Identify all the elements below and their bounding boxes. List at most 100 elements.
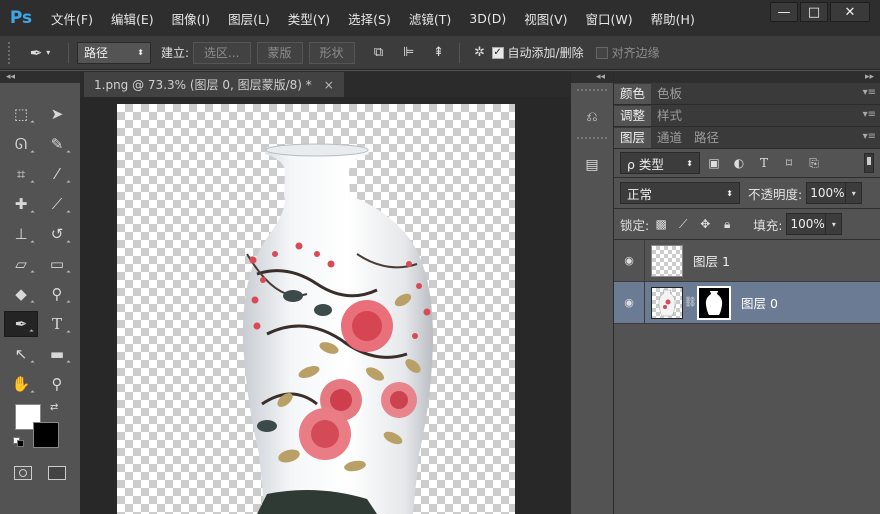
tab-layers[interactable]: 图层 — [614, 128, 652, 148]
strip-grip[interactable] — [577, 137, 607, 143]
smart-object-filter-icon[interactable]: ⎘ — [803, 156, 825, 171]
layer-row[interactable]: ◉ 图层 1 — [614, 239, 880, 282]
window-controls: — □ ✕ — [768, 2, 870, 22]
tab-swatches[interactable]: 色板 — [651, 84, 688, 104]
path-selection-tool-icon[interactable]: ↖ — [4, 341, 38, 367]
default-colors-icon[interactable] — [13, 437, 25, 447]
make-mask-button[interactable]: 蒙版 — [256, 41, 303, 64]
pen-tool-preset-icon[interactable]: ✒ ▾ — [20, 41, 60, 65]
eye-icon[interactable]: ◉ — [614, 296, 644, 309]
menu-help[interactable]: 帮助(H) — [642, 9, 704, 28]
clone-stamp-tool-icon[interactable]: ⊥ — [4, 221, 38, 247]
menu-image[interactable]: 图像(I) — [163, 9, 219, 28]
opacity-dropdown-icon[interactable]: ▾ — [846, 182, 863, 204]
opacity-input[interactable]: 100% — [806, 182, 847, 204]
tab-styles[interactable]: 样式 — [651, 106, 688, 126]
pen-tool-icon[interactable]: ✒ — [4, 311, 38, 337]
tab-channels[interactable]: 通道 — [651, 128, 688, 148]
menu-type[interactable]: 类型(Y) — [279, 9, 339, 28]
lock-position-icon[interactable]: ✥ — [695, 217, 715, 231]
blend-mode-select[interactable]: 正常 ⬍ — [620, 182, 740, 204]
quick-mask-icon[interactable] — [14, 466, 32, 480]
gradient-tool-icon[interactable]: ▭ — [40, 251, 74, 277]
panel-menu-icon[interactable]: ▾≡ — [863, 109, 876, 120]
history-panel-icon[interactable]: ⎌ — [577, 103, 607, 131]
history-brush-tool-icon[interactable]: ↺ — [40, 221, 74, 247]
crop-tool-icon[interactable]: ⌗ — [4, 161, 38, 187]
lasso-tool-icon[interactable]: ᘏ — [4, 131, 38, 157]
healing-brush-tool-icon[interactable]: ✚ — [4, 191, 38, 217]
panel-menu-icon[interactable]: ▾≡ — [863, 131, 876, 142]
close-button[interactable]: ✕ — [830, 2, 870, 22]
pen-mode-select[interactable]: 路径 ⬍ — [77, 41, 151, 64]
blend-mode-value: 正常 — [627, 186, 653, 202]
layer-thumbnail[interactable] — [651, 286, 683, 319]
shape-filter-icon[interactable]: ⌑ — [778, 156, 800, 170]
auto-add-delete-checkbox[interactable]: ✓ — [491, 46, 504, 59]
lock-all-icon[interactable]: 🔒︎ — [717, 217, 737, 232]
dodge-tool-icon[interactable]: ⚲ — [40, 281, 74, 307]
layer-row-selected[interactable]: ◉ ⛓ 图层 0 — [614, 281, 880, 324]
properties-panel-icon[interactable]: ▤ — [577, 151, 607, 179]
layer-mask-thumbnail[interactable] — [697, 285, 731, 320]
toolbar-collapse[interactable]: ◂◂ — [0, 71, 80, 83]
screen-mode-icon[interactable] — [48, 466, 66, 480]
gear-icon[interactable]: ✲ — [468, 42, 492, 64]
menu-file[interactable]: 文件(F) — [42, 9, 102, 28]
eyedropper-tool-icon[interactable]: ⁄ — [40, 161, 74, 187]
tab-paths[interactable]: 路径 — [688, 128, 725, 148]
path-operations-icon[interactable]: ⧉ — [367, 42, 391, 64]
type-tool-icon[interactable]: T — [40, 311, 74, 337]
swap-colors-icon[interactable]: ⇄ — [50, 402, 58, 413]
layer-filter-select[interactable]: ρ 类型 ⬍ — [620, 152, 700, 174]
rectangle-tool-icon[interactable]: ▬ — [40, 341, 74, 367]
document-tab[interactable]: 1.png @ 73.3% (图层 0, 图层蒙版/8) * × — [84, 72, 344, 97]
layer-name[interactable]: 图层 1 — [693, 251, 730, 270]
fill-input[interactable]: 100% — [786, 213, 827, 235]
quick-selection-tool-icon[interactable]: ✎ — [40, 131, 74, 157]
fill-dropdown-icon[interactable]: ▾ — [826, 213, 843, 235]
maximize-button[interactable]: □ — [800, 2, 828, 22]
type-filter-icon[interactable]: T — [753, 156, 775, 170]
menu-filter[interactable]: 滤镜(T) — [400, 9, 460, 28]
tab-color[interactable]: 颜色 — [614, 84, 652, 104]
background-color-swatch[interactable] — [33, 422, 59, 448]
minimize-button[interactable]: — — [770, 2, 798, 22]
layer-name[interactable]: 图层 0 — [741, 293, 778, 312]
pixel-filter-icon[interactable]: ▣ — [703, 156, 725, 170]
menu-select[interactable]: 选择(S) — [339, 9, 400, 28]
align-edges-checkbox[interactable] — [595, 46, 608, 59]
menu-3d[interactable]: 3D(D) — [460, 11, 515, 26]
marquee-tool-icon[interactable]: ⬚ — [4, 101, 38, 127]
make-selection-button[interactable]: 选区... — [193, 41, 251, 64]
strip-grip[interactable] — [577, 89, 607, 95]
tab-adjustments[interactable]: 调整 — [614, 106, 652, 126]
close-tab-icon[interactable]: × — [324, 78, 334, 92]
document-canvas[interactable] — [117, 104, 515, 514]
eraser-tool-icon[interactable]: ▱ — [4, 251, 38, 277]
lock-pixels-icon[interactable]: ⟋ — [673, 217, 693, 232]
menu-layer[interactable]: 图层(L) — [219, 9, 279, 28]
menu-window[interactable]: 窗口(W) — [577, 9, 642, 28]
move-tool-icon[interactable]: ➤ — [40, 101, 74, 127]
layer-thumbnail — [651, 244, 683, 277]
path-alignment-icon[interactable]: ⊫ — [397, 42, 421, 64]
strip-collapse[interactable]: ◂◂ — [571, 71, 613, 83]
adjustment-filter-icon[interactable]: ◐ — [728, 156, 750, 170]
menu-edit[interactable]: 编辑(E) — [102, 9, 163, 28]
path-arrangement-icon[interactable]: ⇞ — [427, 42, 451, 64]
blur-tool-icon[interactable]: ◆ — [4, 281, 38, 307]
menu-view[interactable]: 视图(V) — [515, 9, 576, 28]
zoom-tool-icon[interactable]: ⚲ — [40, 371, 74, 397]
options-grip[interactable] — [8, 41, 14, 64]
brush-tool-icon[interactable]: ⟋ — [40, 191, 74, 217]
chain-link-icon[interactable]: ⛓ — [684, 297, 697, 308]
hand-tool-icon[interactable]: ✋ — [4, 371, 38, 397]
panel-menu-icon[interactable]: ▾≡ — [863, 87, 876, 98]
filter-toggle[interactable] — [864, 153, 874, 173]
eye-icon[interactable]: ◉ — [614, 254, 644, 267]
dock-collapse[interactable]: ▸▸ — [614, 71, 880, 83]
make-shape-button[interactable]: 形状 — [308, 41, 355, 64]
lock-transparency-icon[interactable]: ▩ — [651, 217, 671, 231]
pen-mode-value: 路径 — [84, 46, 109, 60]
